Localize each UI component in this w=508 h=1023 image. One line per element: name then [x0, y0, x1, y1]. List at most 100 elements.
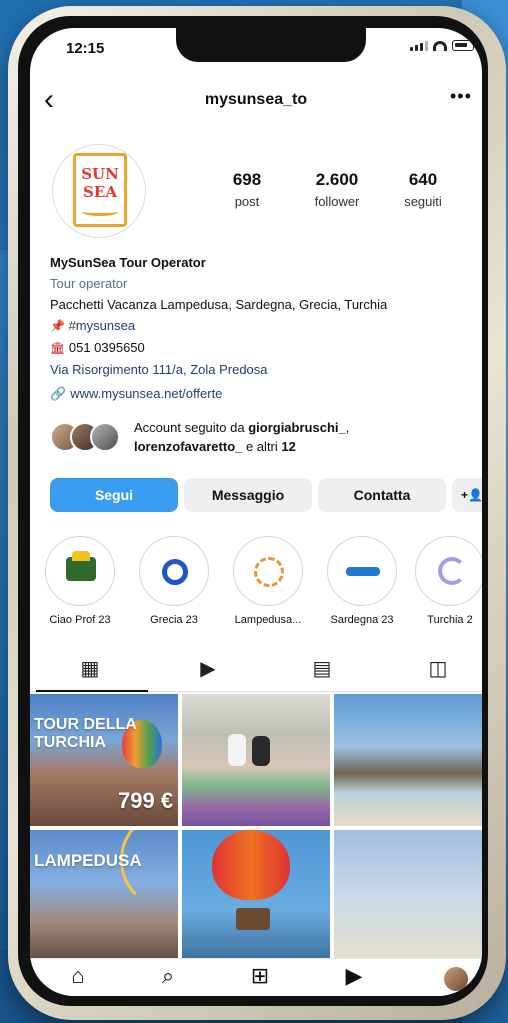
profile-address[interactable]: Via Risorgimento 111/a, Zola Predosa	[50, 359, 480, 380]
tab-reels[interactable]: ▶	[188, 656, 228, 681]
highlight-ciao-prof[interactable]: Ciao Prof 23	[42, 536, 118, 626]
highlight-cover	[327, 536, 397, 606]
grid-icon: ▦	[80, 658, 100, 680]
sun-arc	[120, 830, 178, 910]
followed-by[interactable]: Account seguito da giorgiabruschi_, lore…	[50, 418, 470, 458]
tab-guides[interactable]: ▤	[302, 656, 342, 681]
reels-icon: ▶	[200, 658, 216, 680]
tab-active-indicator	[36, 690, 148, 692]
follower-avatar	[90, 422, 120, 452]
phone-screen: 12:15 ‹ mysunsea_to ••• SUN SEA 698 post…	[30, 28, 482, 996]
profile-description: Pacchetti Vacanza Lampedusa, Sardegna, G…	[50, 297, 388, 312]
highlight-label: Ciao Prof 23	[49, 614, 111, 626]
more-options-icon[interactable]: •••	[450, 86, 472, 107]
post-thumbnail[interactable]: TOUR DELLA TURCHIA 799 €	[30, 694, 178, 826]
turtle-icon	[254, 557, 284, 587]
profile-hashtag-line: 📌 #mysunsea	[50, 315, 480, 337]
highlight-cover	[415, 536, 482, 606]
profile-bio: MySunSea Tour Operator Tour operator Pac…	[50, 252, 480, 380]
post-thumbnail[interactable]	[334, 694, 482, 826]
wave-icon	[346, 567, 380, 576]
person-image	[228, 734, 246, 766]
message-button[interactable]: Messaggio	[184, 478, 312, 512]
add-person-icon: +👤	[461, 488, 482, 502]
sunsea-logo: SUN SEA	[73, 153, 127, 227]
stat-following-label: seguiti	[404, 194, 442, 209]
post-price: 799 €	[118, 788, 174, 813]
wifi-icon	[433, 40, 447, 51]
follow-button[interactable]: Segui	[50, 478, 178, 512]
posts-grid: TOUR DELLA TURCHIA 799 € LAMPEDUSA	[30, 694, 482, 966]
post-thumbnail[interactable]	[334, 830, 482, 962]
followed-by-and: e altri	[242, 439, 282, 454]
stat-following[interactable]: 640 seguiti	[378, 170, 468, 209]
plus-square-icon: ⊞	[250, 963, 270, 988]
highlight-label: Sardegna 23	[330, 614, 394, 626]
highlight-sardegna[interactable]: Sardegna 23	[324, 536, 400, 626]
reels-icon: ▶	[345, 963, 363, 988]
battery-icon	[452, 40, 474, 51]
profile-phone-line: 🏛 051 0395650	[50, 337, 480, 359]
highlight-label: Turchia 2	[427, 614, 473, 626]
stat-posts[interactable]: 698 post	[202, 170, 292, 209]
notch	[176, 28, 366, 62]
nav-reels[interactable]: ▶	[336, 963, 372, 989]
status-icons	[410, 40, 474, 51]
tagged-icon: ◫	[428, 658, 448, 680]
highlight-cover	[139, 536, 209, 606]
followed-user-2: lorenzofavaretto_	[134, 439, 243, 454]
nav-search[interactable]: ⌕	[150, 963, 186, 989]
crescent-icon	[438, 557, 466, 585]
highlight-cover	[45, 536, 115, 606]
followed-by-text: Account seguito da giorgiabruschi_, lore…	[134, 418, 349, 456]
prof-hat-icon	[72, 551, 90, 561]
followed-by-prefix: Account seguito da	[134, 420, 249, 435]
post-thumbnail[interactable]	[182, 830, 330, 962]
building-icon: 🏛	[50, 341, 66, 355]
highlight-grecia[interactable]: Grecia 23	[136, 536, 212, 626]
logo-wave-icon	[82, 208, 118, 216]
stat-followers[interactable]: 2.600 follower	[292, 170, 382, 209]
nav-create[interactable]: ⊞	[242, 963, 278, 989]
pin-icon: 📌	[50, 319, 65, 333]
guide-icon: ▤	[312, 658, 332, 680]
highlight-label: Grecia 23	[150, 614, 198, 626]
basket-image	[236, 908, 270, 930]
post-title: LAMPEDUSA	[34, 851, 142, 870]
profile-tabs: ▦ ▶ ▤ ◫	[30, 648, 482, 692]
signal-icon	[410, 40, 428, 51]
profile-phone: 051 0395650	[68, 340, 145, 355]
bottom-nav: ⌂ ⌕ ⊞ ▶	[30, 958, 482, 996]
highlight-label: Lampedusa...	[234, 614, 302, 626]
stat-followers-label: follower	[314, 194, 360, 209]
tab-tagged[interactable]: ◫	[418, 656, 458, 681]
stat-following-value: 640	[408, 170, 438, 189]
profile-avatar[interactable]: SUN SEA	[52, 144, 146, 238]
add-person-button[interactable]: +👤	[452, 478, 482, 512]
followed-by-count: 12	[281, 439, 296, 454]
grecia-swirl-icon	[162, 559, 188, 585]
contact-button[interactable]: Contatta	[318, 478, 446, 512]
profile-hashtag[interactable]: #mysunsea	[69, 318, 135, 333]
balloon-image	[212, 830, 290, 900]
nav-home[interactable]: ⌂	[60, 963, 96, 989]
highlight-turchia[interactable]: Turchia 2	[412, 536, 482, 626]
profile-header: ‹ mysunsea_to •••	[30, 85, 482, 116]
website-link[interactable]: 🔗 www.mysunsea.net/offerte	[50, 386, 222, 402]
nav-profile-avatar[interactable]	[444, 967, 468, 991]
stat-followers-value: 2.600	[315, 170, 359, 189]
followed-user-1: giorgiabruschi_	[248, 420, 346, 435]
home-icon: ⌂	[71, 963, 85, 988]
post-thumbnail[interactable]: LAMPEDUSA	[30, 830, 178, 962]
profile-name: MySunSea Tour Operator	[50, 255, 206, 270]
status-time: 12:15	[66, 40, 105, 57]
post-thumbnail[interactable]	[182, 694, 330, 826]
website-text: www.mysunsea.net/offerte	[70, 386, 223, 401]
tab-grid[interactable]: ▦	[70, 656, 110, 681]
profile-username: mysunsea_to	[204, 91, 308, 108]
profile-category: Tour operator	[50, 276, 128, 291]
logo-text-sun: SUN	[81, 165, 119, 183]
highlight-cover	[233, 536, 303, 606]
logo-text-sea: SEA	[83, 183, 117, 201]
highlight-lampedusa[interactable]: Lampedusa...	[230, 536, 306, 626]
